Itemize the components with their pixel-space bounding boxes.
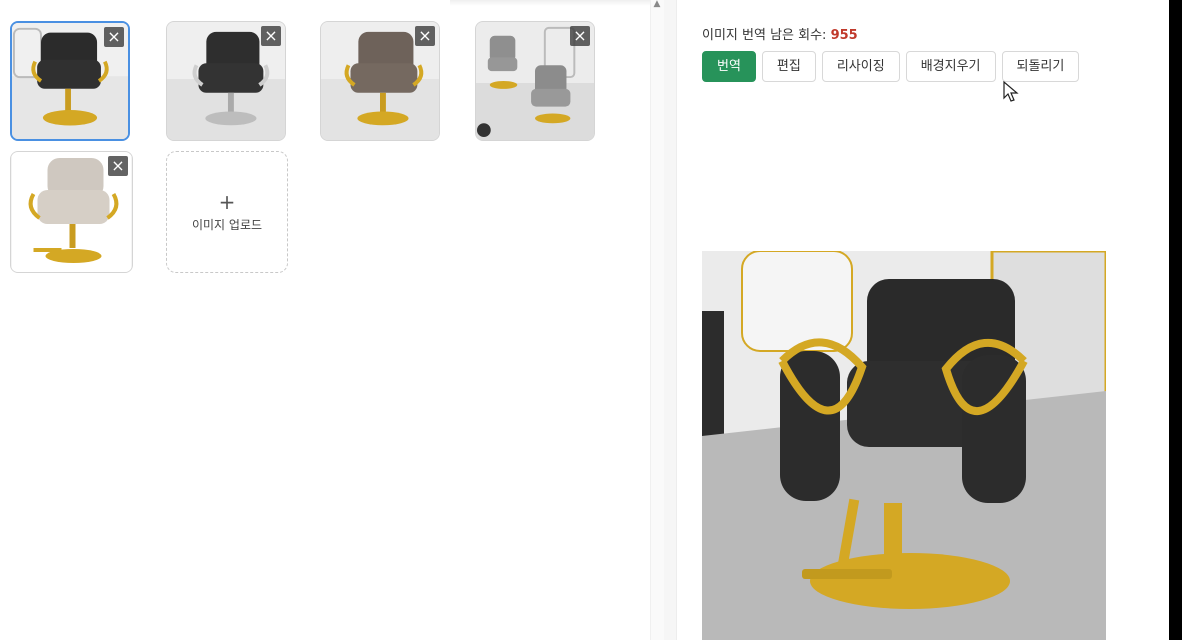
- editor-toolbar: 번역 편집 리사이징 배경지우기 되돌리기: [702, 51, 1080, 82]
- thumbnail-1[interactable]: ×: [10, 21, 130, 141]
- image-preview: [702, 251, 1106, 640]
- remove-thumbnail-4-button[interactable]: ×: [570, 26, 590, 46]
- quota-label: 이미지 번역 남은 회수:: [702, 28, 827, 43]
- right-margin: [1131, 0, 1169, 640]
- translation-quota: 이미지 번역 남은 회수: 955: [702, 24, 858, 43]
- thumbnail-4[interactable]: ×: [475, 21, 595, 141]
- remove-thumbnail-3-button[interactable]: ×: [415, 26, 435, 46]
- remove-thumbnail-2-button[interactable]: ×: [261, 26, 281, 46]
- vertical-scrollbar[interactable]: [650, 0, 665, 640]
- chair-preview-image: [702, 251, 1106, 640]
- image-list-panel: × × × × × + 이미지 업로드: [0, 0, 650, 640]
- undo-button[interactable]: 되돌리기: [1001, 51, 1080, 82]
- thumbnail-5[interactable]: ×: [10, 151, 133, 273]
- translate-button[interactable]: 번역: [702, 51, 756, 82]
- edit-button[interactable]: 편집: [761, 51, 816, 82]
- remove-thumbnail-1-button[interactable]: ×: [104, 27, 124, 47]
- image-upload-button[interactable]: + 이미지 업로드: [166, 151, 288, 273]
- scroll-up-arrow-icon[interactable]: ▲: [652, 0, 662, 9]
- panel-gutter: [664, 0, 676, 640]
- mouse-pointer-icon: [1003, 81, 1019, 102]
- thumbnail-2[interactable]: ×: [166, 21, 286, 141]
- remove-thumbnail-5-button[interactable]: ×: [108, 156, 128, 176]
- thumbnail-3[interactable]: ×: [320, 21, 440, 141]
- plus-icon: +: [218, 189, 236, 214]
- window-edge: [1169, 0, 1182, 640]
- upload-label: 이미지 업로드: [191, 217, 263, 232]
- quota-count: 955: [830, 28, 858, 43]
- remove-background-button[interactable]: 배경지우기: [905, 51, 996, 82]
- header-shadow: [450, 0, 650, 6]
- resize-button[interactable]: 리사이징: [821, 51, 900, 82]
